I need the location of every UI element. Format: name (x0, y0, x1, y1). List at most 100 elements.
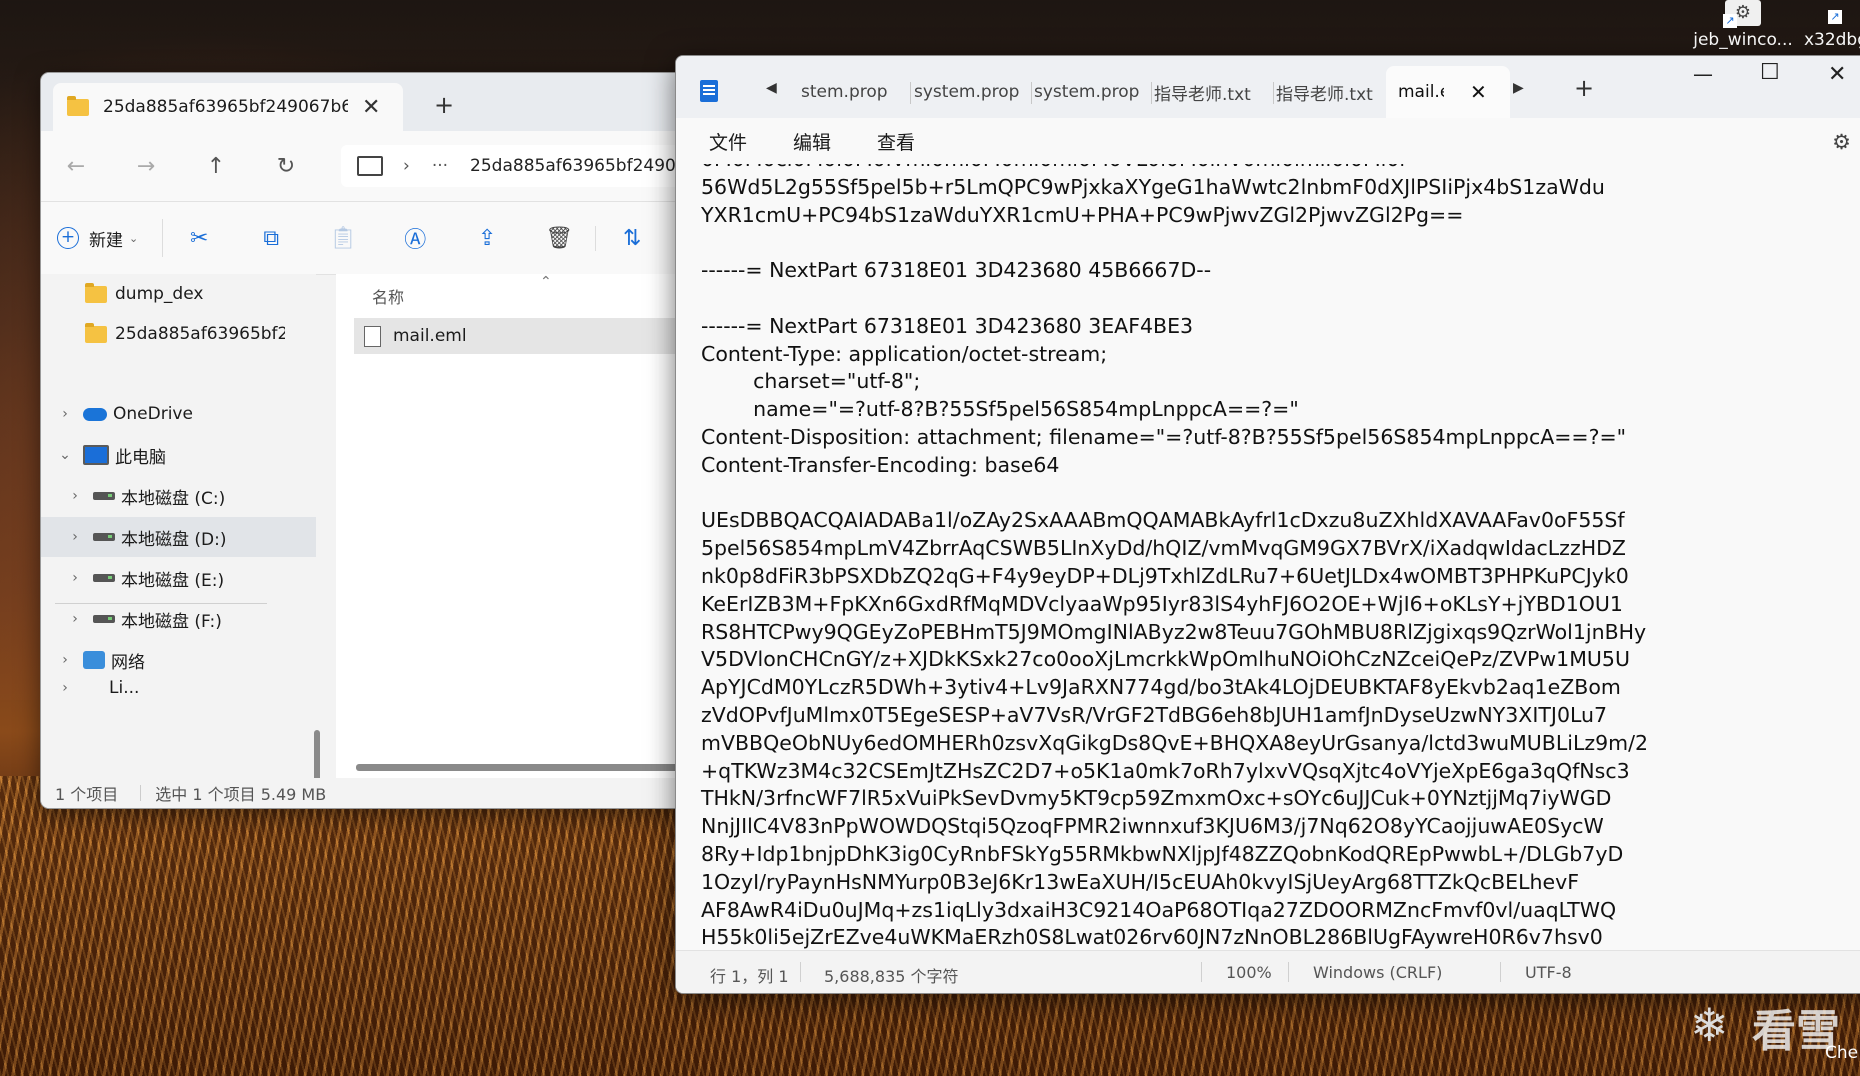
gear-icon: ⚙ ↗ (1723, 0, 1761, 28)
sidebar-item-drive-d[interactable]: › 本地磁盘 (D:) (41, 517, 316, 557)
notepad-menubar: 文件 编辑 查看 ⚙ (676, 118, 1860, 164)
editor-line: 8Ry+Idp1bnjpDhK3ig0CyRnbFSkYg55RMkbwNXlj… (701, 841, 1624, 866)
menu-file[interactable]: 文件 (696, 128, 760, 155)
tab-label: stem.prop (801, 82, 888, 102)
navigation-pane: dump_dex 25da885af63965bf249067b64 › One… (41, 274, 320, 808)
close-tab-icon[interactable]: ✕ (1470, 80, 1487, 104)
tab-label: system.prop (1034, 82, 1140, 102)
text-editor[interactable]: 0M0M0cl0M0l0M0lVml0ml0M0ml0ml0M0VL0l0M0l… (676, 164, 1860, 951)
sidebar-item-dump-dex[interactable]: dump_dex (41, 274, 316, 314)
snowflake-logo-icon: ❄ (1690, 998, 1729, 1052)
sidebar-item-label: OneDrive (113, 404, 193, 424)
close-window-button[interactable]: ✕ (1828, 62, 1846, 87)
notepad-window: ◀ stem.prop system.prop system.prop 指导老师… (675, 55, 1860, 994)
drive-icon (93, 574, 115, 582)
editor-line: ------= NextPart 67318E01 3D423680 45B66… (701, 258, 1212, 283)
scroll-tabs-right-icon[interactable]: ▶ (1513, 80, 1524, 96)
cut-icon[interactable]: ✂ (163, 226, 235, 251)
editor-line: 5pel56S854mpLmV4ZbrrAqCSWB5LInXyDd/hQIZ/… (701, 536, 1626, 561)
desktop-icon-label: jeb_winco... (1693, 30, 1793, 50)
cloud-icon (83, 407, 107, 421)
chevron-right-icon: › (403, 156, 410, 176)
explorer-tab-title: 25da885af63965bf249067b64 (103, 97, 348, 117)
corner-text: Che (1825, 1043, 1859, 1063)
close-tab-icon[interactable]: ✕ (362, 95, 380, 120)
tab-mail-eml[interactable]: mail.eml ✕ (1386, 66, 1510, 118)
sidebar-item-label: 本地磁盘 (E:) (121, 570, 225, 591)
sidebar-item-network[interactable]: › 网络 (41, 640, 316, 680)
editor-line: charset="utf-8"; (701, 369, 921, 394)
rename-icon[interactable]: Ⓐ (379, 222, 451, 254)
editor-line: H55k0li5ejZrEZve4uWKMaERzh0S8Lwat026rv60… (701, 925, 1603, 950)
chevron-right-icon[interactable]: › (65, 570, 85, 586)
editor-line: YXR1cmU+PC94bS1zaWduYXR1cmU+PHA+PC9wPjwv… (701, 202, 1464, 227)
sidebar-item-drive-f[interactable]: › 本地磁盘 (F:) (41, 599, 316, 639)
zoom-level[interactable]: 100% (1226, 963, 1272, 982)
file-name: mail.eml (393, 326, 467, 346)
sidebar-item-this-pc[interactable]: ⌄ 此电脑 (41, 435, 316, 475)
tab-system-prop-2[interactable]: system.prop (1028, 66, 1152, 118)
delete-icon[interactable]: 🗑︎ (523, 226, 595, 251)
tab-label: 指导老师.txt (1276, 84, 1373, 105)
column-header-name[interactable]: 名称 (372, 284, 404, 308)
editor-line: name="=?utf-8?B?55Sf5pel56S854mpLnppcA==… (701, 397, 1299, 422)
editor-line: ApYJCdM0YLczR5DWh+3ytiv4+Lv9JaRXN774gd/b… (701, 675, 1621, 700)
explorer-tab[interactable]: 25da885af63965bf249067b64 ✕ (53, 83, 403, 131)
desktop-icon-jeb[interactable]: ⚙ ↗ jeb_winco... (1688, 0, 1798, 50)
selection-info: 选中 1 个项目 5.49 MB (155, 785, 327, 804)
more-icon[interactable]: ··· (432, 156, 448, 176)
address-bar[interactable]: › ··· 25da885af63965bf249067b64 (341, 145, 731, 187)
monitor-icon (357, 156, 383, 176)
minimize-button[interactable]: — (1693, 62, 1713, 86)
sidebar-item-label: 25da885af63965bf249067b64 (115, 324, 285, 344)
chevron-right-icon[interactable]: › (55, 652, 75, 668)
editor-line: +qTKWz3M4c32CSEmJtZHsZC2D7+o5K1a0mk7oRh7… (701, 758, 1630, 783)
sort-caret-icon: ⌃ (540, 274, 552, 290)
sort-icon[interactable]: ⇅ (595, 225, 668, 251)
paste-icon[interactable]: 📋︎ (307, 226, 379, 251)
refresh-button[interactable]: ↻ (251, 154, 321, 179)
file-explorer-window: 25da885af63965bf249067b64 ✕ + ← → ↑ ↻ › … (40, 72, 732, 809)
app-icon: ↗ (1818, 0, 1854, 26)
tab-stem-prop[interactable]: stem.prop (796, 66, 911, 118)
computer-icon (83, 445, 109, 465)
menu-edit[interactable]: 编辑 (780, 128, 844, 155)
network-icon (83, 651, 105, 669)
share-icon[interactable]: ⇪ (451, 226, 523, 251)
new-tab-button[interactable]: + (434, 91, 454, 119)
menu-view[interactable]: 查看 (864, 128, 928, 155)
sidebar-item-drive-e[interactable]: › 本地磁盘 (E:) (41, 558, 316, 598)
editor-line: 1OzyI/ryPaynHsNMYurp0B3eJ6Kr13wEaXUH/I5c… (701, 869, 1580, 894)
editor-line: Content-Transfer-Encoding: base64 (701, 452, 1060, 477)
chevron-right-icon[interactable]: › (55, 680, 75, 696)
tab-system-prop-1[interactable]: system.prop (908, 66, 1032, 118)
new-button[interactable]: + 新建 ⌄ (57, 219, 164, 257)
chevron-right-icon[interactable]: › (65, 488, 85, 504)
editor-line: 0M0M0cl0M0l0M0lVml0ml0M0ml0ml0M0VL0l0M0l… (701, 164, 1648, 174)
new-tab-button[interactable]: + (1574, 74, 1594, 102)
chevron-right-icon[interactable]: › (55, 406, 75, 422)
settings-gear-icon[interactable]: ⚙ (1832, 130, 1851, 154)
tab-teacher-txt-1[interactable]: 指导老师.txt (1148, 66, 1274, 118)
sidebar-item-drive-c[interactable]: › 本地磁盘 (C:) (41, 476, 316, 516)
sidebar-item-onedrive[interactable]: › OneDrive (41, 394, 316, 434)
encoding[interactable]: UTF-8 (1525, 963, 1572, 982)
forward-button[interactable]: → (111, 154, 181, 179)
desktop-icon-x32dbg[interactable]: ↗ x32dbg (1796, 0, 1860, 50)
sidebar-item-linux[interactable]: › Li... (41, 678, 316, 698)
line-ending[interactable]: Windows (CRLF) (1313, 963, 1442, 982)
up-button[interactable]: ↑ (181, 154, 251, 179)
editor-line: THkN/3rfncWF7lR5xVuiPkSevDvmy5KT9cp59Zmx… (701, 786, 1612, 811)
back-button[interactable]: ← (41, 154, 111, 179)
chevron-down-icon[interactable]: ⌄ (55, 447, 75, 463)
tab-teacher-txt-2[interactable]: 指导老师.txt (1270, 66, 1390, 118)
copy-icon[interactable]: ⧉ (235, 226, 307, 251)
maximize-button[interactable]: ☐ (1760, 60, 1780, 85)
scroll-tabs-left-icon[interactable]: ◀ (766, 80, 777, 96)
sidebar-item-label: 本地磁盘 (C:) (121, 488, 226, 509)
sidebar-item-current-folder[interactable]: 25da885af63965bf249067b64 (41, 314, 316, 354)
chevron-right-icon[interactable]: › (65, 529, 85, 545)
tab-label: system.prop (914, 82, 1020, 102)
chevron-right-icon[interactable]: › (65, 611, 85, 627)
